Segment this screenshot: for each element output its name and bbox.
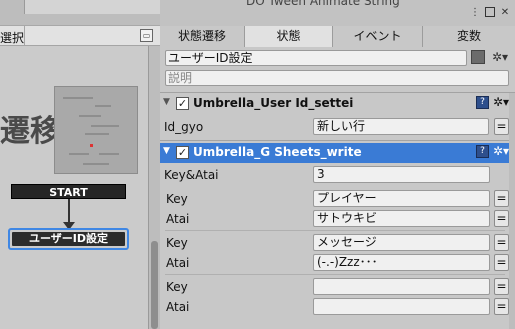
select-label[interactable]: 選択 <box>0 29 24 46</box>
inspector-tabs: 状態遷移 状態 イベント 変数 <box>160 26 515 47</box>
atai-label: Atai <box>166 300 190 314</box>
key-label: Key <box>166 192 188 206</box>
state-node-selected[interactable]: ユーザーID設定 <box>8 228 129 250</box>
field-label: Id_gyo <box>164 120 204 134</box>
graph-canvas[interactable]: 遷移 START ユーザーID設定 <box>0 46 148 329</box>
equals-button[interactable]: = <box>494 118 509 135</box>
left-top-label <box>24 0 160 14</box>
key-field[interactable]: プレイヤー <box>313 190 490 207</box>
action-enabled-checkbox[interactable]: ✓ <box>176 146 189 159</box>
divider <box>160 140 515 141</box>
minimap-bar <box>69 153 89 155</box>
inspector-panel: 状態遷移 状態 イベント 変数 ユーザーID設定 ✲▾ 説明 ▼ ✓ Umbre… <box>160 26 515 329</box>
equals-button[interactable]: = <box>494 190 509 207</box>
atai-field[interactable] <box>313 298 490 315</box>
key-label: Key <box>166 280 188 294</box>
action-header[interactable]: ▼ ✓ Umbrella_User Id_settei ? ✲▾ <box>160 95 515 113</box>
state-gear-icon[interactable]: ✲▾ <box>492 50 508 64</box>
state-name-field[interactable]: ユーザーID設定 <box>165 50 467 66</box>
left-top-strip <box>0 0 160 26</box>
tab-events[interactable]: イベント <box>333 26 423 47</box>
collapse-icon[interactable]: ▼ <box>163 97 170 107</box>
tab-variables[interactable]: 変数 <box>423 26 515 47</box>
minimap-bar <box>79 115 101 117</box>
pair-divider <box>165 274 505 275</box>
minimap-bar <box>99 153 119 155</box>
maximize-icon[interactable] <box>485 7 495 17</box>
minimap-bar <box>85 133 109 135</box>
start-node[interactable]: START <box>11 184 126 199</box>
action-title: Umbrella_G Sheets_write <box>193 145 362 159</box>
pair-divider <box>165 230 505 231</box>
key-label: Key <box>166 236 188 250</box>
graph-scrollbar[interactable] <box>148 46 160 329</box>
minimap-marker <box>90 144 93 147</box>
help-icon[interactable]: ? <box>476 145 489 158</box>
equals-button[interactable]: = <box>494 234 509 251</box>
description-field[interactable]: 説明 <box>165 70 509 86</box>
minimap-bar <box>91 125 119 127</box>
key-field[interactable]: メッセージ <box>313 234 490 251</box>
minimap[interactable] <box>54 86 138 174</box>
frame-icon[interactable]: ▭ <box>140 29 153 42</box>
minimap-bar <box>83 163 109 165</box>
field-label: Key&Atai <box>164 168 219 182</box>
graph-header: 選択 ▭ <box>0 26 160 46</box>
window-title-hint: DO Tween Animate String <box>246 0 400 8</box>
atai-field[interactable]: サトウキビ <box>313 210 490 227</box>
window-top-strip: DO Tween Animate String ⋮ ✕ <box>0 0 515 26</box>
header-divider <box>24 26 25 46</box>
divider <box>160 92 515 93</box>
window-controls: ⋮ ✕ <box>469 6 511 18</box>
equals-button[interactable]: = <box>494 210 509 227</box>
graph-panel: 選択 ▭ 遷移 START ユーザーID設定 <box>0 26 160 329</box>
collapse-icon[interactable]: ▼ <box>163 146 170 156</box>
state-color-swatch[interactable] <box>471 50 485 64</box>
gear-icon[interactable]: ✲▾ <box>493 95 509 109</box>
minimap-bar <box>95 105 111 107</box>
help-icon[interactable]: ? <box>476 96 489 109</box>
inspector-scrollbar[interactable] <box>509 93 515 329</box>
menu-icon[interactable]: ⋮ <box>469 6 481 18</box>
close-icon[interactable]: ✕ <box>499 6 511 18</box>
id-gyo-field[interactable]: 新しい行 <box>313 118 489 135</box>
tab-state[interactable]: 状態 <box>245 26 333 47</box>
atai-label: Atai <box>166 256 190 270</box>
canvas-title: 遷移 <box>0 114 60 149</box>
tab-transitions[interactable]: 状態遷移 <box>160 26 245 47</box>
state-node-label: ユーザーID設定 <box>12 232 125 246</box>
atai-field[interactable]: (-.-)Zzz･･･ <box>313 254 490 271</box>
key-field[interactable] <box>313 278 490 295</box>
equals-button[interactable]: = <box>494 254 509 271</box>
action-header-selected[interactable]: ▼ ✓ Umbrella_G Sheets_write ? ✲▾ <box>160 143 515 163</box>
equals-button[interactable]: = <box>494 298 509 315</box>
atai-label: Atai <box>166 212 190 226</box>
graph-scrollbar-thumb[interactable] <box>151 241 158 329</box>
equals-button[interactable]: = <box>494 278 509 295</box>
gear-icon[interactable]: ✲▾ <box>493 144 509 158</box>
key-atai-count-field[interactable]: 3 <box>313 166 490 183</box>
action-enabled-checkbox[interactable]: ✓ <box>176 97 189 110</box>
minimap-bar <box>63 97 93 99</box>
action-title: Umbrella_User Id_settei <box>193 96 354 110</box>
